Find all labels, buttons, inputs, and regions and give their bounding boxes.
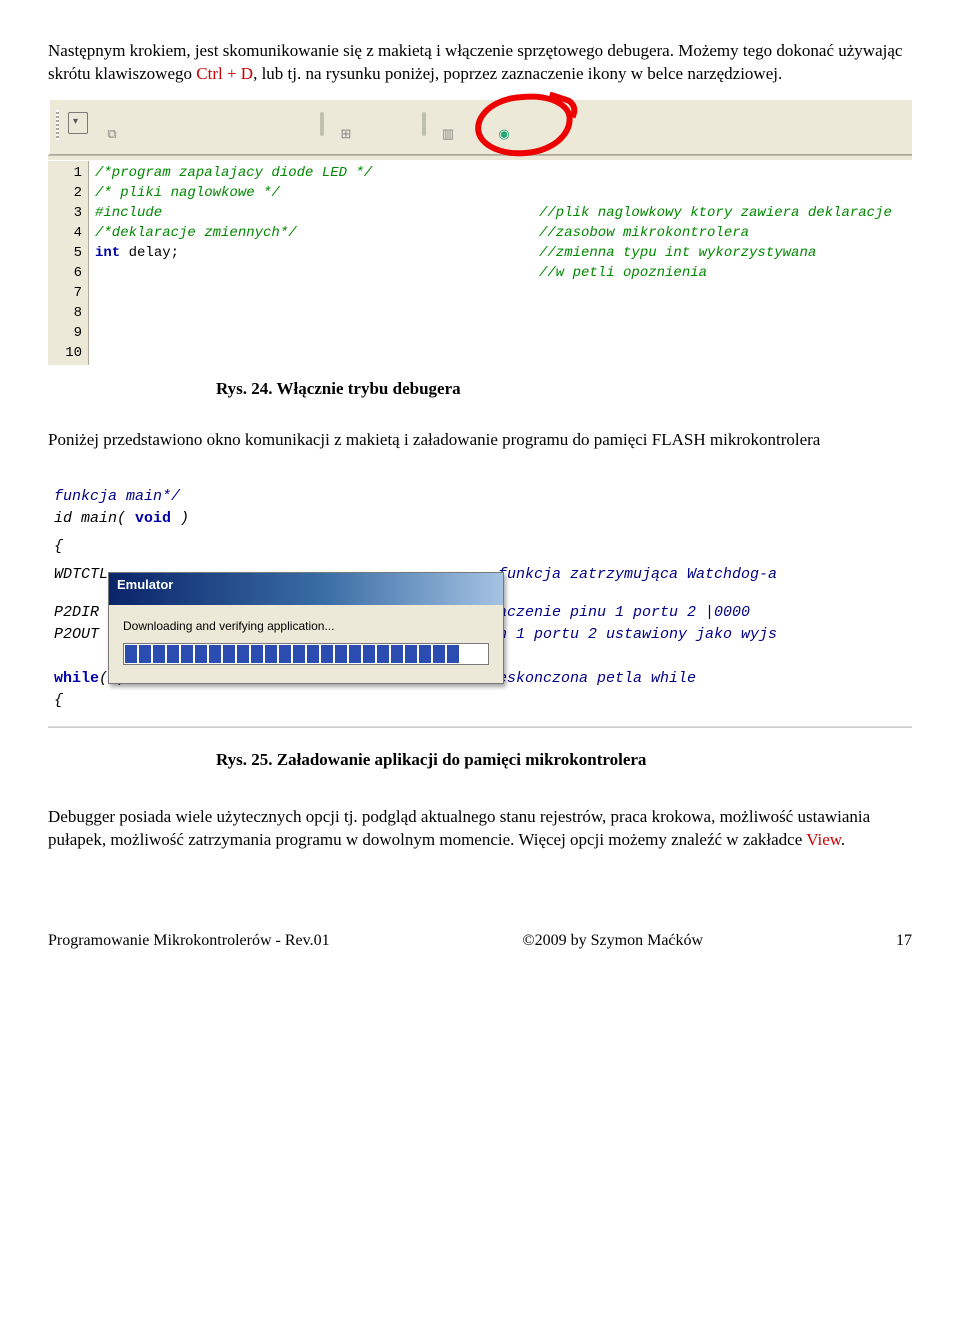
hotkey-text: Ctrl + D <box>196 64 253 83</box>
progress-chunk <box>237 645 249 663</box>
bg-code-line: { <box>54 536 63 558</box>
p3b: . <box>841 830 845 849</box>
dialog-message: Downloading and verifying application... <box>123 619 334 633</box>
view-text: View <box>806 830 841 849</box>
progress-chunk <box>265 645 277 663</box>
progress-chunk <box>139 645 151 663</box>
bg-code-line: funkcja main*/ <box>54 486 180 508</box>
figure-25-caption: Rys. 25. Załadowanie aplikacji do pamięc… <box>216 750 912 770</box>
bg-code-comment: eskonczona petla while <box>498 668 696 690</box>
bg-code-comment: n 1 portu 2 ustawiony jako wyjs <box>498 624 777 646</box>
paragraph-3: Debugger posiada wiele użytecznych opcji… <box>48 806 912 852</box>
code-content: /*program zapalajacy diode LED *//* plik… <box>89 161 912 365</box>
progress-chunk <box>405 645 417 663</box>
line-number: 9 <box>54 323 82 343</box>
progress-chunk <box>419 645 431 663</box>
line-number: 2 <box>54 183 82 203</box>
bg-code-line: { <box>54 690 63 712</box>
dialog-titlebar: Emulator <box>109 573 503 605</box>
progress-chunk <box>447 645 459 663</box>
emulator-dialog: Emulator Downloading and verifying appli… <box>108 572 504 684</box>
screenshot-toolbar-code: ✎ ✎ ↷ ↴ ◈ → ⧉ ⧉ ▤ ☰ ⊞ ▦ ▥ ✖ ◉ <box>48 98 912 365</box>
progress-chunk <box>125 645 137 663</box>
progress-chunk <box>223 645 235 663</box>
code-editor: 12345678910 /*program zapalajacy diode L… <box>48 161 912 365</box>
toolbar-dropdown[interactable] <box>68 112 88 134</box>
paragraph-1: Następnym krokiem, jest skomunikowanie s… <box>48 40 912 86</box>
code-line: int delay;//zmienna typu int wykorzystyw… <box>95 243 906 263</box>
p1-text-b: , lub tj. na rysunku poniżej, poprzez za… <box>253 64 782 83</box>
progress-chunk <box>209 645 221 663</box>
progress-chunk <box>195 645 207 663</box>
line-number: 7 <box>54 283 82 303</box>
progress-chunk <box>167 645 179 663</box>
progress-chunk <box>307 645 319 663</box>
dialog-body: Downloading and verifying application... <box>109 605 503 665</box>
bg-code-comment: funkcja zatrzymująca Watchdog-a <box>498 564 777 586</box>
screenshot-emulator-dialog: funkcja main*/id main( void ) { WDTCTL fun… <box>48 482 912 727</box>
code-line: /*deklaracje zmiennych*/ <box>95 223 906 243</box>
progress-chunk <box>293 645 305 663</box>
bg-code-line: WDTCTL <box>54 564 108 586</box>
progress-chunk <box>153 645 165 663</box>
paragraph-2: Poniżej przedstawiono okno komunikacji z… <box>48 429 912 452</box>
p3a: Debugger posiada wiele użytecznych opcji… <box>48 807 870 849</box>
hand-drawn-tail <box>545 91 581 118</box>
progress-chunk <box>181 645 193 663</box>
footer-mid: ©2009 by Szymon Maćków <box>522 932 703 950</box>
page-footer: Programowanie Mikrokontrolerów - Rev.01 … <box>48 932 912 950</box>
bg-code-comment: aczenie pinu 1 portu 2 |0000 <box>498 602 750 624</box>
toolbar-separator <box>320 112 324 136</box>
line-number-gutter: 12345678910 <box>48 161 89 365</box>
progress-chunk <box>279 645 291 663</box>
progress-chunk <box>433 645 445 663</box>
toolbar-grip <box>56 110 59 140</box>
watch-icon[interactable]: ⊞ <box>334 122 358 146</box>
figure-24-caption: Rys. 24. Włącznie trybu debugera <box>216 379 912 399</box>
code-line: #include //plik naglowkowy ktory zawiera… <box>95 203 906 223</box>
progress-chunk <box>377 645 389 663</box>
line-number: 3 <box>54 203 82 223</box>
code-line: /* pliki naglowkowe */ <box>95 183 906 203</box>
footer-page: 17 <box>896 932 912 950</box>
line-number: 5 <box>54 243 82 263</box>
memory-icon[interactable]: ▥ <box>436 122 460 146</box>
progress-chunk <box>391 645 403 663</box>
progress-chunk <box>251 645 263 663</box>
line-number: 1 <box>54 163 82 183</box>
progress-bar <box>123 643 489 665</box>
line-number: 6 <box>54 263 82 283</box>
line-number: 10 <box>54 343 82 363</box>
code-line: /*program zapalajacy diode LED */ <box>95 163 906 183</box>
line-number: 8 <box>54 303 82 323</box>
progress-chunk <box>349 645 361 663</box>
progress-chunk <box>363 645 375 663</box>
paste-icon[interactable]: ⧉ <box>100 122 124 146</box>
progress-chunk <box>321 645 333 663</box>
progress-chunk <box>335 645 347 663</box>
toolbar-separator-2 <box>422 112 426 136</box>
start-debug-icon[interactable]: ◉ <box>492 122 516 146</box>
line-number: 4 <box>54 223 82 243</box>
ide-toolbar: ✎ ✎ ↷ ↴ ◈ → ⧉ ⧉ ▤ ☰ ⊞ ▦ ▥ ✖ ◉ <box>48 98 912 155</box>
footer-left: Programowanie Mikrokontrolerów - Rev.01 <box>48 932 330 950</box>
bg-code-line: id main( void ) <box>54 508 189 530</box>
